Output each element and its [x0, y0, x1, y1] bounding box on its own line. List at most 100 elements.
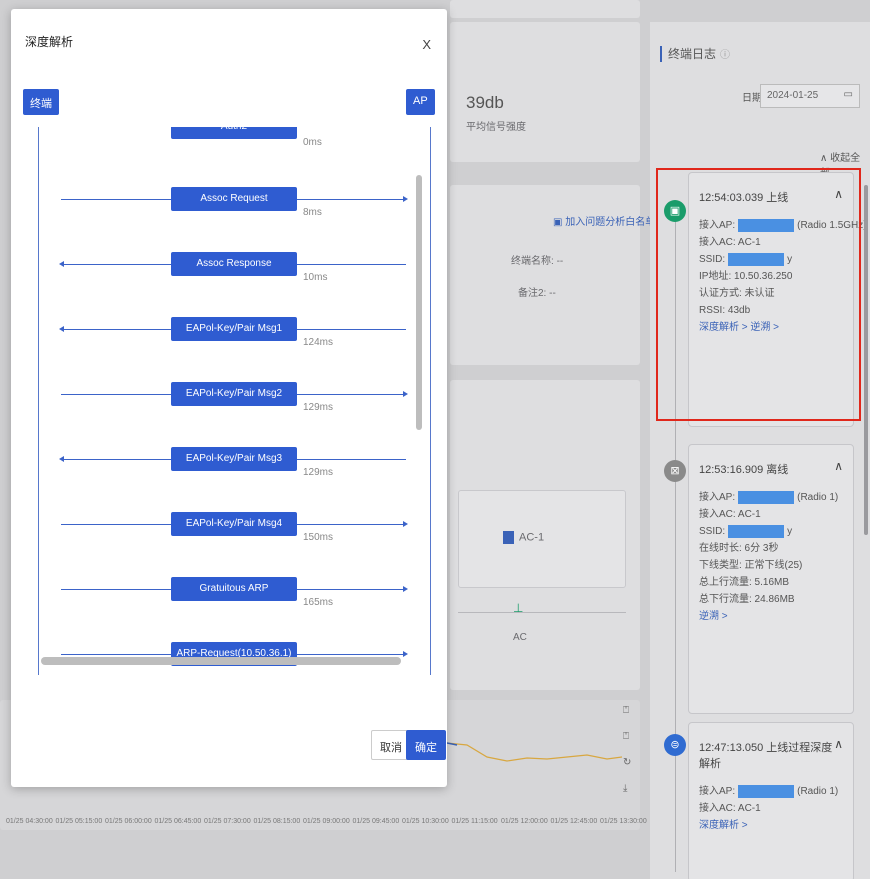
- sequence-diagram: Auth2 0ms Assoc Request 8ms Assoc Response 10…: [38, 127, 431, 675]
- ac-label: AC: [513, 632, 527, 643]
- message-label: EAPol-Key/Pair Msg4: [171, 512, 297, 536]
- message-label: EAPol-Key/Pair Msg2: [171, 382, 297, 406]
- deep-analysis-link[interactable]: 深度解析 >: [699, 817, 843, 835]
- x-axis-tick: 01/25 06:00:00: [105, 818, 152, 825]
- confirm-button[interactable]: 确定: [406, 730, 446, 760]
- sequence-message: EAPol-Key/Pair Msg2 129ms: [39, 380, 430, 420]
- date-picker[interactable]: 2024-01-25 ▭: [760, 84, 860, 108]
- add-whitelist-link[interactable]: ▣ 加入问题分析白名单: [553, 213, 655, 228]
- horizontal-scrollbar[interactable]: [41, 657, 401, 665]
- offline-event-icon: ⊠: [664, 460, 686, 482]
- chart-refresh-icon[interactable]: ↻: [623, 757, 631, 768]
- x-axis-tick: 01/25 04:30:00: [6, 818, 53, 825]
- x-axis-tick: 01/25 08:15:00: [253, 818, 301, 825]
- remark: 备注2: --: [518, 288, 556, 299]
- arrow-right-icon: [403, 391, 408, 397]
- highlight-box: [656, 168, 861, 421]
- message-latency: 150ms: [303, 532, 334, 543]
- sequence-message: Auth2 0ms: [39, 127, 430, 167]
- topology-divider: [458, 612, 626, 613]
- ac-connector: ⊥: [513, 601, 524, 615]
- event-duration-row: 在线时长: 6分 3秒: [699, 543, 779, 554]
- sequence-message: EAPol-Key/Pair Msg1 124ms: [39, 315, 430, 355]
- vertical-scrollbar[interactable]: [416, 175, 422, 430]
- x-axis-tick: 01/25 07:30:00: [204, 818, 251, 825]
- traffic-line: [447, 742, 622, 762]
- message-latency: 0ms: [303, 137, 322, 148]
- terminal-info-card: [450, 185, 640, 365]
- terminal-log-panel: 终端日志ⓘ 日期 2024-01-25▭ ∧ 收起全部 ▣ 12:54:03.0…: [650, 22, 870, 879]
- sequence-message: Gratuitous ARP 165ms: [39, 575, 430, 615]
- x-axis-tick: 01/25 09:45:00: [352, 818, 400, 825]
- redacted-ap: [738, 784, 795, 798]
- cancel-button[interactable]: 取消: [371, 730, 411, 760]
- message-label: Auth2: [171, 127, 297, 139]
- chart-zoom-in-icon[interactable]: ⍞: [623, 705, 629, 716]
- chevron-up-icon[interactable]: ∧: [834, 459, 843, 473]
- ac-node[interactable]: AC-1: [503, 531, 544, 544]
- event-uplink-row: 总上行流量: 5.16MB: [699, 577, 790, 588]
- calendar-icon: ▭: [843, 89, 853, 100]
- sequence-message: Assoc Response 10ms: [39, 250, 430, 290]
- event-ap-row: 接入AP: (Radio 1): [699, 490, 839, 504]
- event-ap-row: 接入AP: (Radio 1): [699, 784, 839, 798]
- chevron-up-icon[interactable]: ∧: [834, 737, 843, 751]
- deep-analysis-dialog: 深度解析 X 终端 AP Auth2 0ms Assoc Request 8ms Ass…: [11, 9, 447, 787]
- event-offline-type-row: 下线类型: 正常下线(25): [699, 560, 803, 571]
- event-title[interactable]: 12:53:16.909 离线 ∧: [699, 459, 843, 477]
- event-downlink-row: 总下行流量: 24.86MB: [699, 594, 795, 605]
- analysis-event-icon: ⊜: [664, 734, 686, 756]
- log-event-card[interactable]: 12:47:13.050 上线过程深度解析 ∧ 接入AP: (Radio 1) 接入…: [688, 722, 854, 879]
- terminal-lane-label: 终端: [23, 89, 59, 115]
- document-icon: ▣: [553, 217, 563, 228]
- event-ac-row: 接入AC: AC-1: [699, 803, 761, 814]
- chart-download-icon[interactable]: ⤓: [623, 783, 627, 794]
- event-ac-row: 接入AC: AC-1: [699, 509, 761, 520]
- x-axis-tick: 01/25 10:30:00: [402, 818, 449, 825]
- traffic-series-yellow: [447, 742, 622, 762]
- x-axis-tick: 01/25 06:45:00: [154, 818, 202, 825]
- message-label: EAPol-Key/Pair Msg1: [171, 317, 297, 341]
- arrow-right-icon: [403, 521, 408, 527]
- message-latency: 8ms: [303, 207, 322, 218]
- arrow-left-icon: [59, 261, 64, 267]
- log-scrollbar[interactable]: [864, 185, 868, 535]
- signal-label: 平均信号强度: [466, 122, 526, 133]
- message-label: EAPol-Key/Pair Msg3: [171, 447, 297, 471]
- ap-lane-label: AP: [406, 89, 435, 115]
- event-title[interactable]: 12:47:13.050 上线过程深度解析 ∧: [699, 737, 843, 771]
- chart-zoom-out-icon[interactable]: ⍞: [623, 731, 629, 742]
- date-label: 日期: [742, 93, 762, 104]
- x-axis-tick: 01/25 11:15:00: [451, 818, 498, 825]
- message-label: Gratuitous ARP: [171, 577, 297, 601]
- top-strip: [450, 0, 640, 18]
- log-event-card[interactable]: 12:53:16.909 离线 ∧ 接入AP: (Radio 1) 接入AC: AC…: [688, 444, 854, 714]
- message-label: Assoc Response: [171, 252, 297, 276]
- help-icon[interactable]: ⓘ: [720, 50, 730, 61]
- arrow-right-icon: [403, 586, 408, 592]
- server-icon: [503, 531, 514, 544]
- signal-card: [450, 22, 640, 162]
- message-label: Assoc Request: [171, 187, 297, 211]
- message-latency: 165ms: [303, 597, 334, 608]
- sequence-message: EAPol-Key/Pair Msg3 129ms: [39, 445, 430, 485]
- x-axis-tick: 01/25 05:15:00: [55, 818, 103, 825]
- signal-value: 39db: [466, 93, 504, 112]
- sequence-message: EAPol-Key/Pair Msg4 150ms: [39, 510, 430, 550]
- redacted-ssid: [728, 524, 785, 538]
- terminal-name: 终端名称: --: [511, 256, 564, 267]
- log-title: 终端日志 ⓘ: [660, 46, 730, 62]
- close-icon[interactable]: X: [422, 37, 431, 52]
- redacted-ap: [738, 490, 795, 504]
- trace-link[interactable]: 逆溯 >: [699, 608, 843, 626]
- arrow-right-icon: [403, 651, 408, 657]
- message-latency: 10ms: [303, 272, 328, 283]
- arrow-right-icon: [403, 196, 408, 202]
- x-axis-tick: 01/25 12:45:00: [550, 818, 598, 825]
- message-latency: 129ms: [303, 467, 334, 478]
- x-axis-tick: 01/25 13:30:00: [600, 818, 647, 825]
- event-ssid-row: SSID: y: [699, 524, 793, 538]
- message-latency: 124ms: [303, 337, 334, 348]
- x-axis-tick: 01/25 12:00:00: [501, 818, 548, 825]
- dialog-title: 深度解析: [25, 35, 74, 49]
